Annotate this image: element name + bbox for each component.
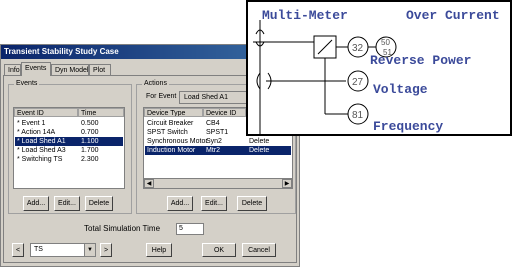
- events-delete-button[interactable]: Delete: [85, 196, 113, 211]
- action-row[interactable]: Induction Motor Mtr2 Delete: [145, 146, 291, 155]
- total-sim-time-label: Total Simulation Time: [84, 224, 161, 233]
- voltage-label: Voltage: [373, 82, 428, 97]
- action-type-cell: Induction Motor: [147, 147, 196, 154]
- events-col-id-header[interactable]: Event ID: [14, 108, 78, 117]
- event-id-cell: * Switching TS: [17, 156, 63, 163]
- tab-plot[interactable]: Plot: [89, 64, 111, 75]
- total-sim-time-input[interactable]: 5: [176, 223, 204, 235]
- over-current-label: Over Current: [406, 8, 500, 23]
- events-group-label: Events: [14, 79, 40, 89]
- event-id-cell: * Load Shed A1: [17, 138, 66, 145]
- actions-add-button[interactable]: Add...: [167, 196, 193, 211]
- event-row[interactable]: * Load Shed A3 1.700: [15, 146, 123, 155]
- study-case-value: TS: [34, 246, 43, 253]
- tab-dyn-model[interactable]: Dyn Model: [51, 64, 89, 75]
- event-time-cell: 2.300: [81, 156, 99, 163]
- scroll-left-icon[interactable]: ◀: [144, 179, 154, 188]
- action-device-id-cell: Syn2: [206, 138, 222, 145]
- action-device-id-cell: SPST1: [206, 129, 229, 136]
- event-id-cell: * Action 14A: [17, 129, 56, 136]
- actions-edit-button[interactable]: Edit...: [201, 196, 227, 211]
- event-row[interactable]: * Switching TS 2.300: [15, 155, 123, 164]
- ok-button[interactable]: OK: [202, 243, 236, 257]
- action-device-id-cell: CB4: [206, 120, 220, 127]
- actions-group-label: Actions: [142, 79, 169, 89]
- reverse-power-label: Reverse Power: [370, 53, 472, 68]
- action-type-cell: SPST Switch: [147, 129, 188, 136]
- relay-50-label: 50: [381, 38, 390, 47]
- action-type-cell: Synchronous Motor: [147, 138, 208, 145]
- events-col-time-header[interactable]: Time: [78, 108, 124, 117]
- event-time-cell: 1.700: [81, 147, 99, 154]
- frequency-label: Frequency: [373, 119, 444, 134]
- events-list[interactable]: Event ID Time * Event 1 0.500 * Action 14A…: [13, 107, 125, 189]
- action-row[interactable]: Synchronous Motor Syn2 Delete: [145, 137, 291, 146]
- action-cell: Delete: [249, 138, 270, 145]
- actions-col-id-header[interactable]: Device ID: [203, 108, 246, 117]
- meter-needle-icon: [317, 39, 333, 55]
- chevron-down-icon[interactable]: ▼: [84, 244, 95, 256]
- scroll-right-icon[interactable]: ▶: [282, 179, 292, 188]
- event-row[interactable]: * Event 1 0.500: [15, 119, 123, 128]
- for-event-label: For Event: [146, 93, 177, 100]
- relay-diagram: 32 50 51 27 81 Multi-Meter Over Current …: [246, 0, 512, 136]
- event-time-cell: 0.500: [81, 120, 99, 127]
- event-id-cell: * Load Shed A3: [17, 147, 66, 154]
- study-case-select[interactable]: TS ▼: [30, 243, 96, 257]
- next-case-button[interactable]: >: [100, 243, 112, 257]
- action-cell: Delete: [249, 147, 270, 154]
- events-group: Events Event ID Time * Event 1 0.500 * Act…: [8, 79, 132, 214]
- tab-info[interactable]: Info: [4, 64, 21, 75]
- event-time-cell: 0.700: [81, 129, 99, 136]
- relay-81-label: 81: [352, 110, 364, 121]
- events-add-button[interactable]: Add...: [23, 196, 49, 211]
- relay-27-label: 27: [352, 77, 364, 88]
- prev-case-button[interactable]: <: [12, 243, 24, 257]
- relay-32-label: 32: [352, 43, 364, 54]
- events-edit-button[interactable]: Edit...: [54, 196, 80, 211]
- multimeter-label: Multi-Meter: [262, 8, 348, 23]
- cancel-button[interactable]: Cancel: [242, 243, 276, 257]
- event-id-cell: * Event 1: [17, 120, 46, 127]
- event-row[interactable]: * Action 14A 0.700: [15, 128, 123, 137]
- tab-events[interactable]: Events: [21, 62, 51, 76]
- action-device-id-cell: Mtr2: [206, 147, 220, 154]
- event-row[interactable]: * Load Shed A1 1.100: [15, 137, 123, 146]
- help-button[interactable]: Help: [146, 243, 172, 257]
- event-time-cell: 1.100: [81, 138, 99, 145]
- actions-hscrollbar[interactable]: ◀ ▶: [144, 178, 292, 188]
- actions-col-type-header[interactable]: Device Type: [144, 108, 203, 117]
- action-type-cell: Circuit Breaker: [147, 120, 194, 127]
- for-event-value: Load Shed A1: [179, 91, 249, 104]
- actions-delete-button[interactable]: Delete: [237, 196, 267, 211]
